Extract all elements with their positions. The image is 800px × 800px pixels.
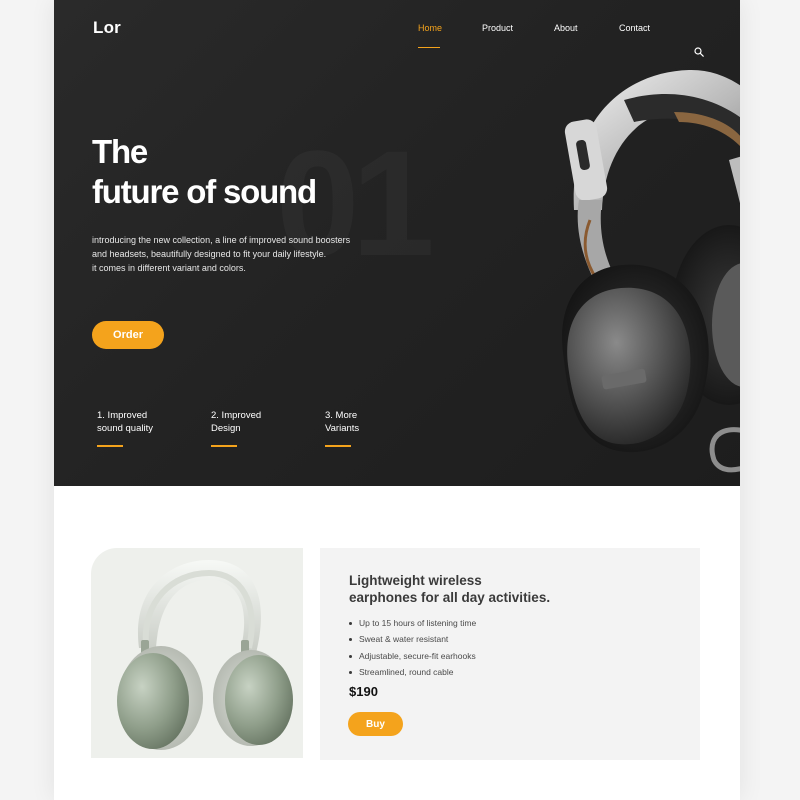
hero-section: 01 Lor Home Product About Contact The fu… — [54, 0, 740, 486]
feature-underline — [97, 445, 123, 447]
product-title: Lightweight wireless earphones for all d… — [349, 572, 550, 606]
hero-title-line-2: future of sound — [92, 173, 317, 210]
product-card: Lightweight wireless earphones for all d… — [320, 548, 700, 760]
nav-item-about[interactable]: About — [554, 23, 578, 33]
product-image — [91, 548, 303, 758]
hero-description-line: introducing the new collection, a line o… — [92, 235, 351, 245]
landing-page: 01 Lor Home Product About Contact The fu… — [54, 0, 740, 800]
feature-label-line: 2. Improved — [211, 410, 262, 421]
hero-title-line-1: The — [92, 133, 148, 170]
main-nav: Home Product About Contact — [54, 23, 740, 57]
hero-description-line: and headsets, beautifully designed to fi… — [92, 249, 327, 259]
product-title-line-1: Lightweight wireless — [349, 573, 482, 588]
feature-underline — [211, 445, 237, 447]
product-headphones-image — [117, 560, 293, 750]
product-title-line-2: earphones for all day activities. — [349, 590, 551, 605]
buy-button[interactable]: Buy — [348, 712, 403, 736]
feature-label-line: Design — [211, 423, 241, 434]
feature-label-line: sound quality — [97, 423, 153, 434]
hero-feature-design: 2. Improved Design — [211, 409, 301, 447]
feature-label: 1. Improved sound quality — [97, 409, 187, 435]
nav-item-home[interactable]: Home — [418, 23, 442, 33]
search-icon[interactable] — [694, 47, 704, 57]
active-nav-indicator — [418, 47, 440, 48]
order-button[interactable]: Order — [92, 321, 164, 349]
nav-item-product[interactable]: Product — [482, 23, 513, 33]
list-item: Up to 15 hours of listening time — [349, 615, 476, 631]
hero-title: The future of sound — [92, 132, 317, 212]
feature-label: 2. Improved Design — [211, 409, 301, 435]
feature-label-line: Variants — [325, 423, 360, 434]
list-item: Adjustable, secure-fit earhooks — [349, 648, 476, 664]
hero-description-line: it comes in different variant and colors… — [92, 263, 246, 273]
hero-feature-sound-quality: 1. Improved sound quality — [97, 409, 187, 447]
feature-label-line: 1. Improved — [97, 410, 148, 421]
list-item: Sweat & water resistant — [349, 631, 476, 647]
feature-label: 3. More Variants — [325, 409, 415, 435]
hero-description: introducing the new collection, a line o… — [92, 233, 392, 275]
hero-headphones-image — [562, 69, 740, 473]
product-price: $190 — [349, 684, 378, 699]
nav-item-contact[interactable]: Contact — [619, 23, 650, 33]
hero-feature-variants: 3. More Variants — [325, 409, 415, 447]
product-feature-list: Up to 15 hours of listening time Sweat &… — [349, 615, 476, 680]
list-item: Streamlined, round cable — [349, 664, 476, 680]
feature-label-line: 3. More — [325, 410, 358, 421]
feature-underline — [325, 445, 351, 447]
